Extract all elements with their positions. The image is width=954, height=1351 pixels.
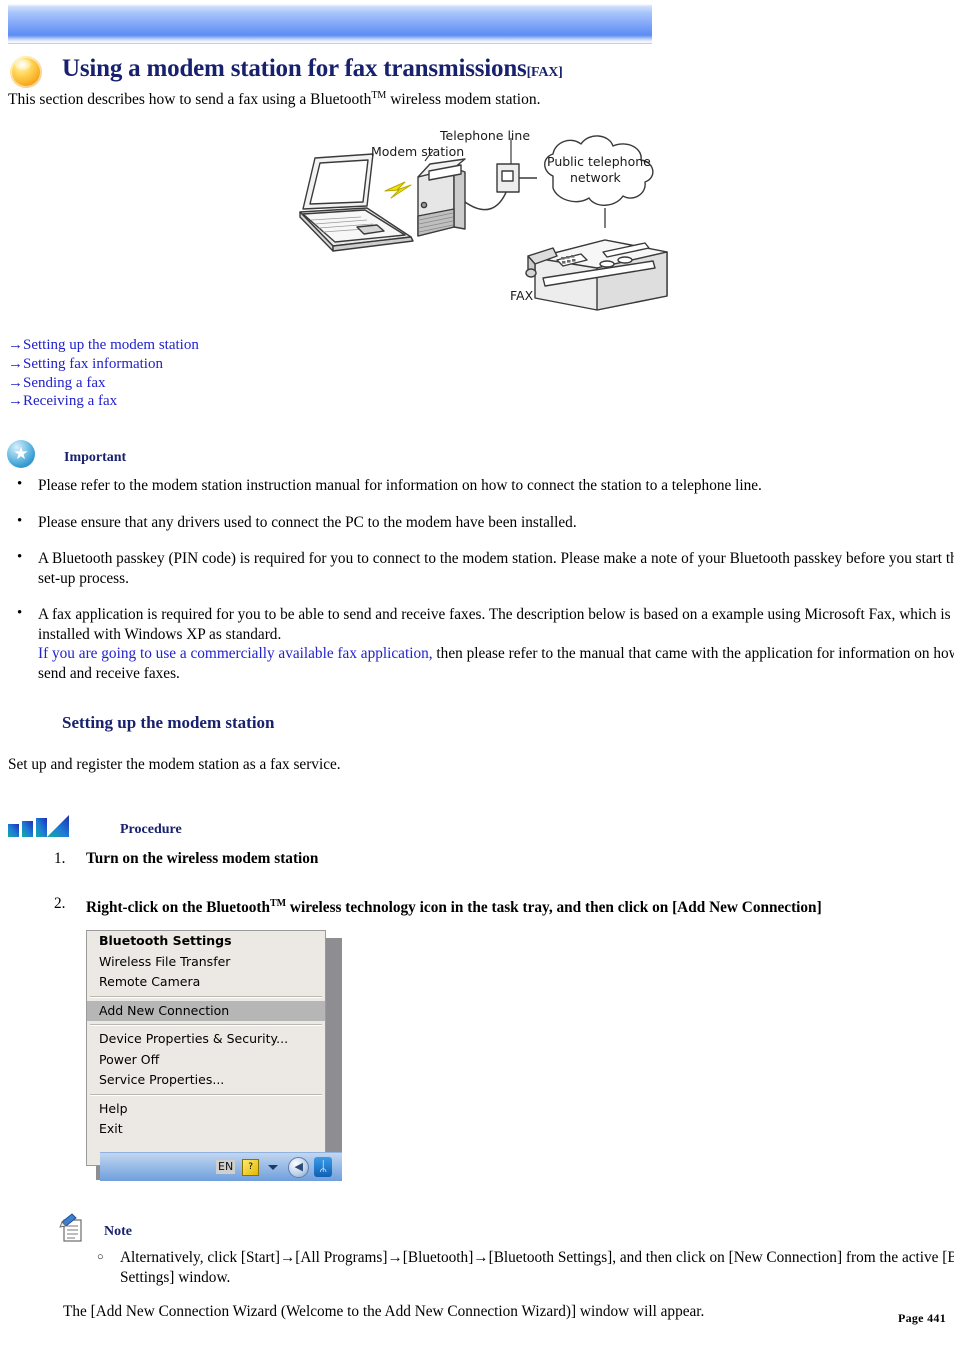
section-link-list: →Setting up the modem station →Setting f…: [8, 336, 428, 411]
arrow-right-icon: →: [8, 337, 23, 353]
arrow-right-icon: →: [8, 355, 23, 372]
menu-separator: [90, 995, 322, 998]
link-label[interactable]: Sending a fax: [23, 375, 105, 391]
list-item: Alternatively, click [Start]→[All Progra…: [97, 1248, 954, 1287]
diagram-label-public-network-2: network: [570, 170, 622, 185]
important-label: Important: [64, 450, 127, 465]
step-text: Turn on the wireless modem station: [86, 850, 319, 867]
list-item-text: Alternatively, click [Start]→[All Progra…: [120, 1249, 954, 1286]
menu-item-remote-camera[interactable]: Remote Camera: [87, 972, 325, 993]
volume-icon[interactable]: ◀: [288, 1156, 310, 1178]
diagram-label-fax: FAX: [510, 288, 534, 303]
context-menu-screenshot: Bluetooth Settings Wireless File Transfe…: [86, 930, 342, 1180]
link-item[interactable]: →Setting up the modem station: [8, 336, 428, 355]
menu-item-wireless-file-transfer[interactable]: Wireless File Transfer: [87, 952, 325, 973]
list-item-text: A fax application is required for you to…: [38, 606, 951, 643]
note-bullet-list: Alternatively, click [Start]→[All Progra…: [0, 1248, 954, 1287]
intro-text-tail: wireless modem station.: [386, 91, 541, 109]
list-item: 2. Right-click on the BluetoothTM wirele…: [54, 894, 954, 918]
arrow-right-icon: →: [8, 374, 23, 391]
bluetooth-icon[interactable]: ᛦ: [314, 1157, 333, 1177]
arrow-right-icon: →: [8, 393, 23, 410]
menu-item-power-off[interactable]: Power Off: [87, 1050, 325, 1071]
page-title-text: Using a modem station for fax transmissi…: [62, 55, 527, 82]
header-banner: [8, 4, 652, 44]
list-item-text: Please refer to the modem station instru…: [38, 477, 762, 494]
connection-diagram-svg: Modem station Telephone line Public tele…: [299, 128, 668, 311]
menu-item-device-properties-security[interactable]: Device Properties & Security...: [87, 1029, 325, 1050]
menu-item-help[interactable]: Help: [87, 1099, 325, 1120]
chevron-down-icon[interactable]: [268, 1164, 279, 1170]
menu-item-exit[interactable]: Exit: [87, 1119, 325, 1140]
menu-item-bluetooth-settings[interactable]: Bluetooth Settings: [87, 931, 325, 952]
star-glyph: ★: [13, 444, 29, 463]
inline-link[interactable]: If you are going to use a commercially a…: [38, 645, 433, 662]
list-item: A Bluetooth passkey (PIN code) is requir…: [17, 548, 954, 588]
diagram-label-telephone-line: Telephone line: [439, 128, 530, 143]
step-text-after: wireless technology icon in the task tra…: [286, 899, 822, 917]
page-title-suffix: [FAX]: [526, 65, 563, 80]
list-item: Please refer to the modem station instru…: [17, 475, 954, 496]
step-number: 2.: [54, 895, 66, 912]
language-indicator[interactable]: EN: [216, 1160, 236, 1174]
list-item: 1. Turn on the wireless modem station: [54, 849, 954, 869]
help-balloon-icon[interactable]: ?: [242, 1158, 260, 1176]
step-text-before: Right-click on the Bluetooth: [86, 899, 270, 917]
link-label[interactable]: Setting fax information: [23, 356, 163, 372]
bluetooth-context-menu[interactable]: Bluetooth Settings Wireless File Transfe…: [86, 930, 326, 1166]
link-label[interactable]: Receiving a fax: [23, 393, 117, 409]
menu-item-service-properties[interactable]: Service Properties...: [87, 1070, 325, 1091]
important-bullet-list: Please refer to the modem station instru…: [0, 475, 954, 700]
menu-separator: [90, 1093, 322, 1096]
diagram-label-public-network-1: Public telephone: [547, 154, 651, 169]
menu-item-add-new-connection[interactable]: Add New Connection: [87, 1000, 325, 1021]
note-pencil-icon: [58, 1213, 88, 1245]
procedure-step-list: 1. Turn on the wireless modem station 2.…: [0, 849, 954, 943]
step-number: 1.: [54, 850, 66, 867]
page-number: Page 441: [897, 1311, 946, 1325]
note-pencil-svg: [59, 1213, 82, 1242]
procedure-arrow-icon: [7, 814, 77, 838]
list-item-text: Please ensure that any drivers used to c…: [38, 513, 577, 531]
trademark-mark: TM: [270, 898, 287, 909]
menu-separator: [90, 1024, 322, 1026]
closing-paragraph: The [Add New Connection Wizard (Welcome …: [63, 1303, 705, 1320]
intro-text-main: This section describes how to send a fax…: [8, 91, 372, 109]
list-item: Please ensure that any drivers used to c…: [17, 512, 954, 533]
page-title-row: Using a modem station for fax transmissi…: [0, 55, 954, 91]
list-item: A fax application is required for you to…: [17, 604, 954, 683]
windows-system-tray: EN ? ◀ ᛦ: [100, 1152, 342, 1181]
link-label[interactable]: Setting up the modem station: [23, 337, 199, 353]
trademark-mark: TM: [371, 90, 387, 101]
procedure-arrow-svg: [8, 815, 69, 837]
section-heading: Setting up the modem station: [62, 713, 275, 732]
page-title: Using a modem station for fax transmissi…: [62, 55, 563, 83]
link-item[interactable]: →Sending a fax: [8, 374, 428, 393]
connection-diagram: Modem station Telephone line Public tele…: [285, 128, 680, 320]
procedure-label: Procedure: [120, 822, 182, 837]
orange-orb-icon: [10, 56, 42, 88]
note-label: Note: [104, 1224, 132, 1239]
link-item[interactable]: →Setting fax information: [8, 355, 428, 374]
important-star-icon: ★: [7, 440, 35, 468]
diagram-label-modem-station: Modem station: [371, 144, 464, 159]
intro-paragraph: This section describes how to send a fax…: [8, 90, 540, 109]
link-item[interactable]: →Receiving a fax: [8, 392, 428, 411]
list-item-text: A Bluetooth passkey (PIN code) is requir…: [38, 550, 954, 587]
section-intro-paragraph: Set up and register the modem station as…: [8, 756, 341, 773]
